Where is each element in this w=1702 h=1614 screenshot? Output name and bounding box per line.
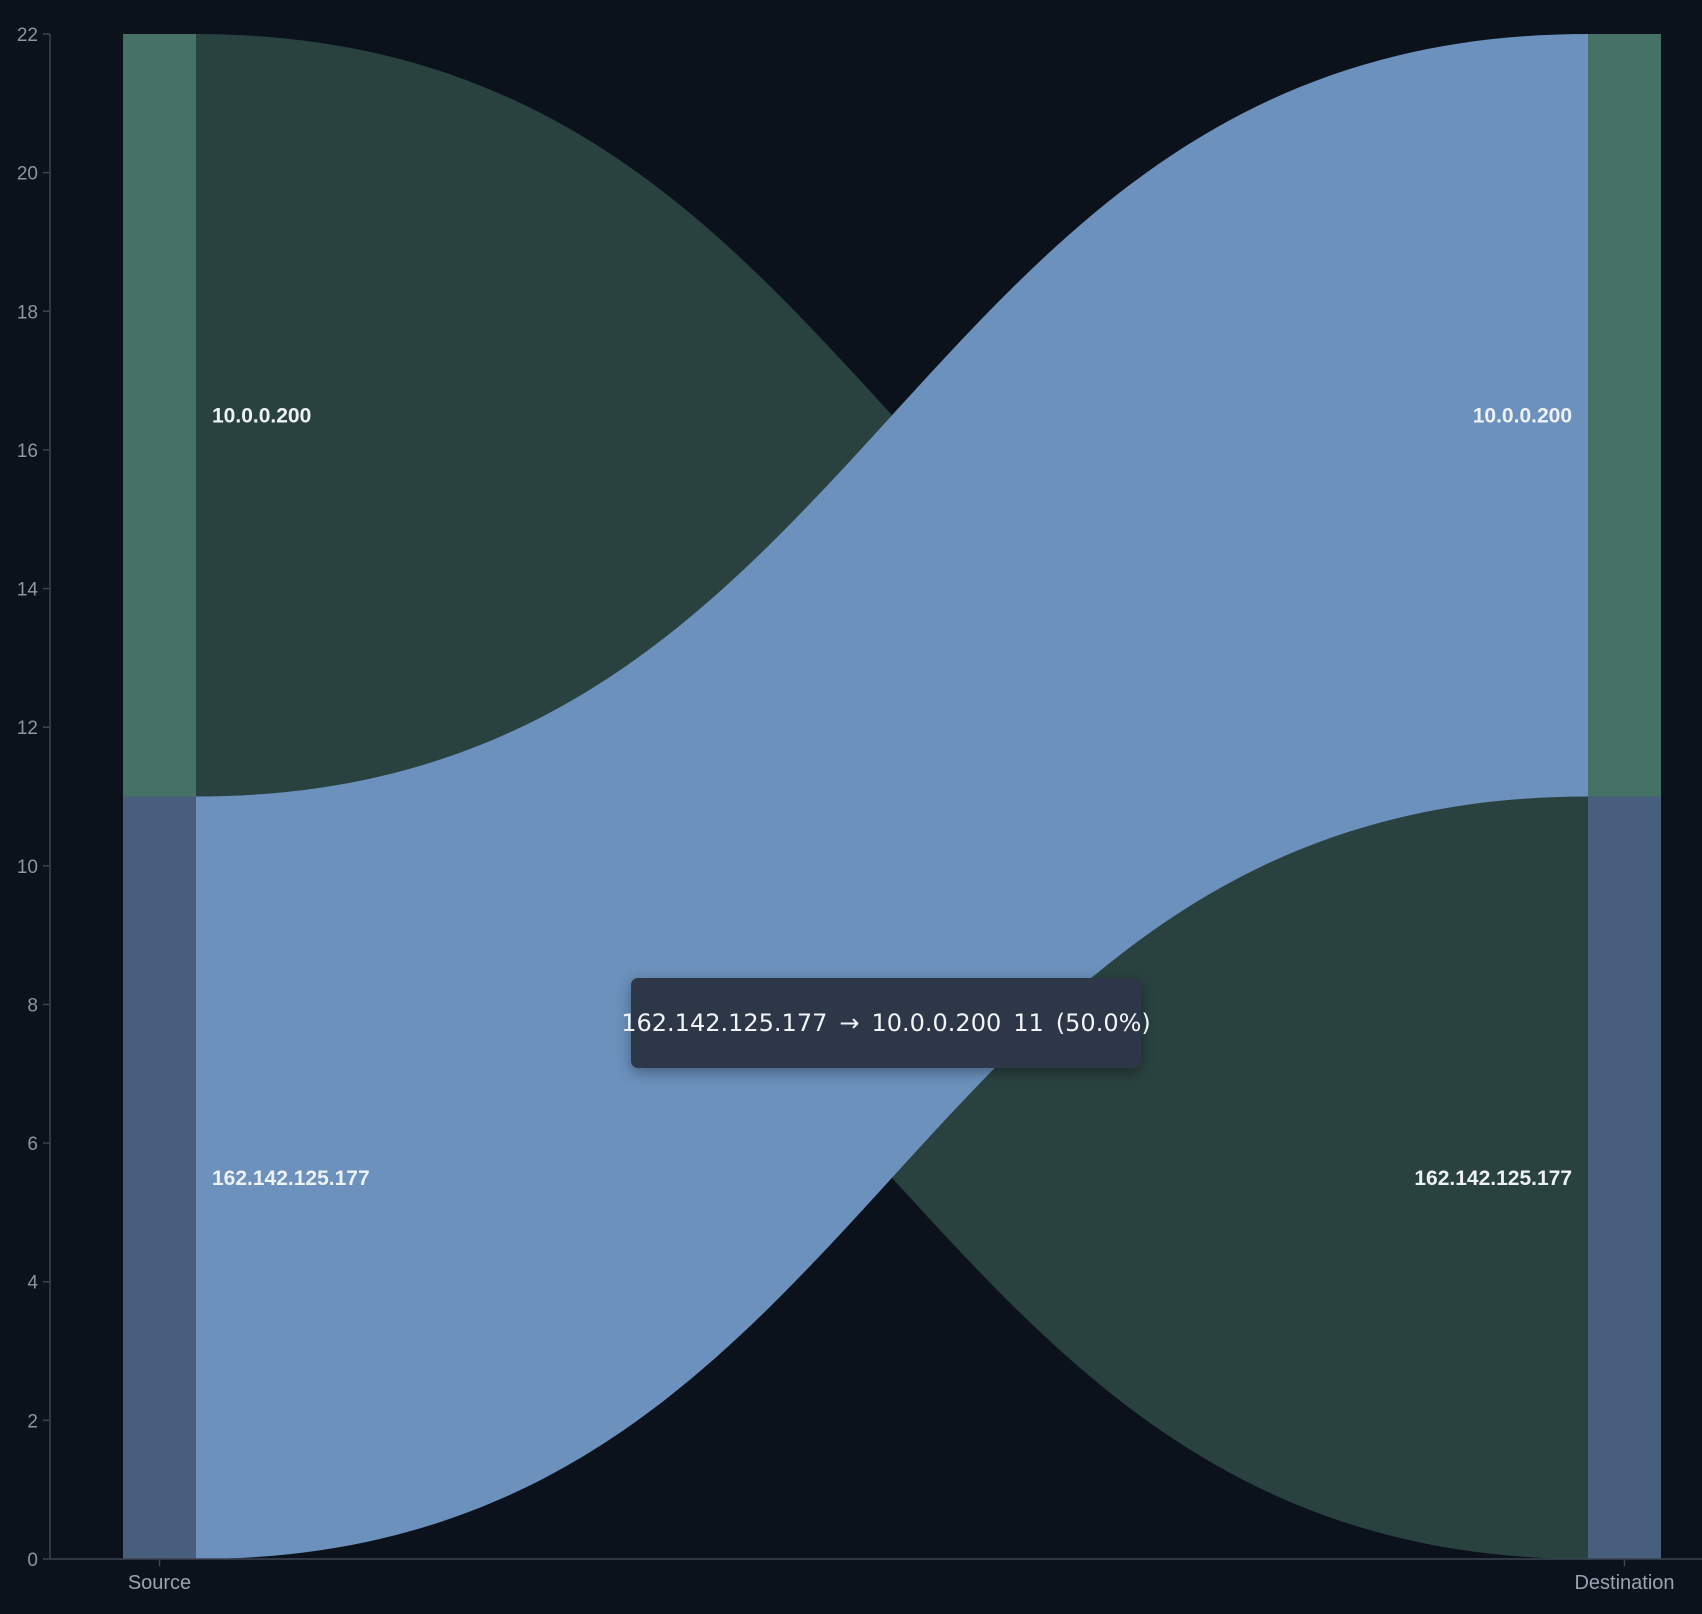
tooltip-source: 162.142.125.177 [621,1009,828,1037]
destination-node-label: 162.142.125.177 [1414,1167,1572,1190]
y-tick-label: 2 [27,1411,38,1432]
source-node[interactable] [123,34,196,797]
y-tick-label: 10 [17,857,38,878]
links-layer [196,34,1588,1559]
sankey-chart: 0 2 4 6 8 10 12 14 16 18 20 22 Source Destination 10… [17,25,1702,1594]
y-tick-label: 12 [17,718,38,739]
y-tick-label: 14 [17,580,39,601]
x-label-source: Source [128,1572,191,1594]
x-label-destination: Destination [1574,1572,1674,1594]
source-node-label: 162.142.125.177 [212,1167,370,1190]
y-tick-label: 20 [17,164,38,185]
destination-node[interactable] [1588,34,1661,797]
tooltip-target: 10.0.0.200 [871,1009,1002,1037]
destination-node[interactable] [1588,796,1661,1560]
destination-node-label: 10.0.0.200 [1473,404,1572,427]
y-tick-label: 16 [17,441,38,462]
y-tick-label: 8 [27,995,38,1016]
y-tick-label: 22 [17,25,38,46]
source-node-label: 10.0.0.200 [212,404,311,427]
link-tooltip: 162.142.125.177 → 10.0.0.200 11 (50.0%) [621,978,1151,1068]
tooltip-percent: (50.0%) [1055,1009,1151,1037]
y-tick-label: 4 [27,1273,38,1294]
x-axis: Source Destination [50,1558,1702,1594]
tooltip-arrow: → [839,1009,860,1037]
y-tick-label: 18 [17,302,38,323]
source-node[interactable] [123,796,196,1560]
y-tick-label: 6 [27,1134,38,1155]
y-axis: 0 2 4 6 8 10 12 14 16 18 20 22 [17,25,51,1571]
tooltip-value: 11 [1013,1009,1044,1037]
y-tick-label: 0 [27,1550,38,1571]
